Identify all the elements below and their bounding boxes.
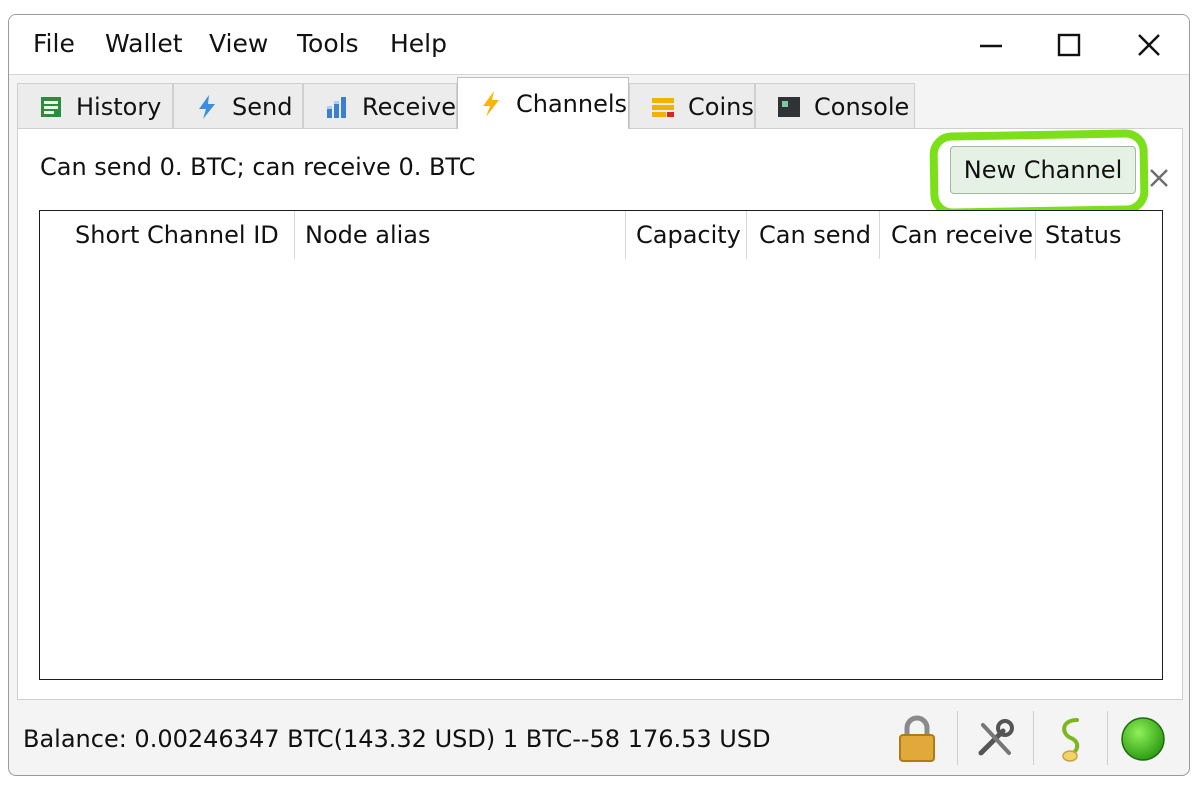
tab-history[interactable]: History xyxy=(17,83,173,129)
menu-file[interactable]: File xyxy=(33,29,75,58)
menu-tools[interactable]: Tools xyxy=(297,29,359,58)
channels-table[interactable]: Short Channel ID Node alias Capacity Can… xyxy=(39,210,1163,680)
status-divider xyxy=(957,711,958,765)
new-channel-area: New Channel xyxy=(928,129,1150,217)
history-icon xyxy=(41,96,61,117)
column-divider xyxy=(294,211,295,259)
status-divider xyxy=(1033,711,1034,765)
column-capacity[interactable]: Capacity xyxy=(636,211,741,259)
column-divider xyxy=(1035,211,1036,259)
column-short-channel-id[interactable]: Short Channel ID xyxy=(75,211,279,259)
tab-console[interactable]: Console xyxy=(755,83,915,129)
menu-wallet[interactable]: Wallet xyxy=(105,29,183,58)
tab-channels-label: Channels xyxy=(516,89,628,118)
minimize-icon xyxy=(980,44,1002,48)
column-status[interactable]: Status xyxy=(1045,211,1121,259)
maximize-icon xyxy=(1057,33,1081,57)
column-divider xyxy=(746,211,747,259)
lightning-icon xyxy=(483,90,499,117)
tab-coins[interactable]: Coins xyxy=(629,83,755,129)
close-icon xyxy=(1138,34,1160,56)
tools-icon xyxy=(978,719,1014,756)
console-icon xyxy=(778,96,800,117)
tab-send[interactable]: Send xyxy=(173,83,303,129)
network-button[interactable] xyxy=(1115,711,1171,767)
tab-receive[interactable]: Receive xyxy=(303,83,457,129)
preferences-button[interactable] xyxy=(967,711,1023,767)
dismiss-icon[interactable] xyxy=(1146,165,1172,191)
lock-icon xyxy=(899,715,935,762)
new-channel-button[interactable]: New Channel xyxy=(950,146,1136,194)
network-status-icon xyxy=(1121,717,1165,761)
tab-console-label: Console xyxy=(814,92,910,121)
close-button[interactable] xyxy=(1119,25,1179,65)
wallet-window: File Wallet View Tools Help History Send… xyxy=(8,14,1190,776)
menu-view[interactable]: View xyxy=(209,29,268,58)
column-can-receive[interactable]: Can receive xyxy=(891,211,1033,259)
menu-help[interactable]: Help xyxy=(390,29,447,58)
lightning-send-icon xyxy=(199,94,215,119)
tab-channels[interactable]: Channels xyxy=(457,77,629,129)
receive-bars-icon xyxy=(327,96,346,118)
minimize-button[interactable] xyxy=(961,25,1021,65)
tab-receive-label: Receive xyxy=(362,92,456,121)
seed-icon xyxy=(1062,718,1080,762)
column-divider xyxy=(625,211,626,259)
lock-button[interactable] xyxy=(889,711,945,767)
column-node-alias[interactable]: Node alias xyxy=(305,211,431,259)
column-divider xyxy=(879,211,880,259)
status-divider xyxy=(1107,711,1108,765)
column-can-send[interactable]: Can send xyxy=(759,211,871,259)
tab-history-label: History xyxy=(76,92,162,121)
channels-summary: Can send 0. BTC; can receive 0. BTC xyxy=(40,153,476,181)
maximize-button[interactable] xyxy=(1039,25,1099,65)
seed-button[interactable] xyxy=(1043,711,1099,767)
balance-text: Balance: 0.00246347 BTC(143.32 USD) 1 BT… xyxy=(23,725,771,753)
tab-coins-label: Coins xyxy=(688,92,754,121)
tab-send-label: Send xyxy=(232,92,293,121)
coins-icon xyxy=(652,97,674,117)
status-bar: Balance: 0.00246347 BTC(143.32 USD) 1 BT… xyxy=(9,701,1189,775)
tab-bar: History Send Receive Channels Coins Cons… xyxy=(17,77,1183,129)
channels-panel: Can send 0. BTC; can receive 0. BTC New … xyxy=(17,128,1183,700)
menu-bar: File Wallet View Tools Help xyxy=(9,15,1189,75)
